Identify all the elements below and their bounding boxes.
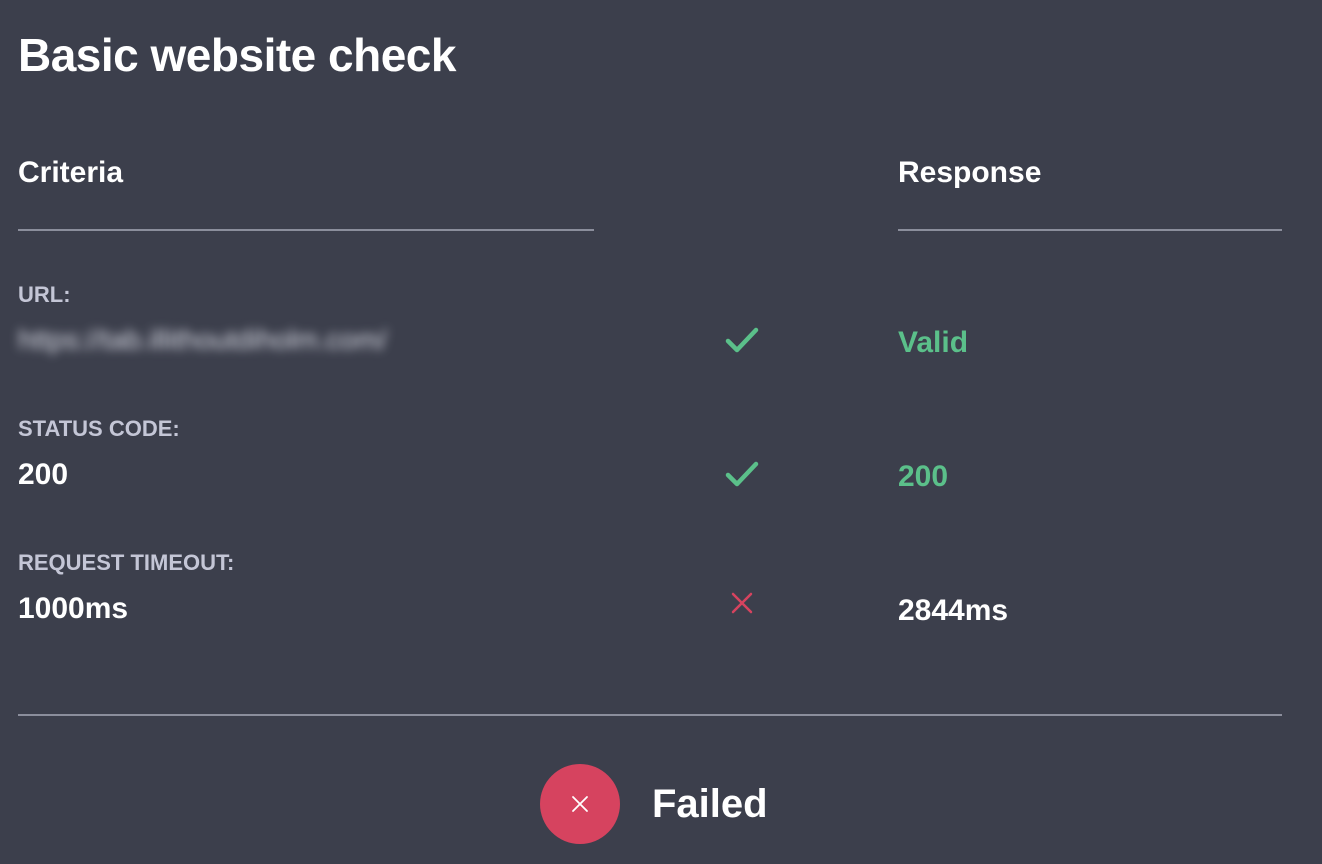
criteria-label: STATUS CODE: [18,416,180,441]
response-value: Valid [898,326,969,359]
result-label: Failed [652,782,768,826]
criteria-header-divider [18,229,594,231]
website-check-panel: Basic website check Criteria Response UR… [0,0,1322,864]
criteria-value-url: https://tab.illithoutdiholm.com/ [18,324,387,355]
criteria-value: 200 [18,458,69,491]
response-column-header: Response [898,156,1042,189]
check-icon [722,454,762,494]
check-row-url: URL: https://tab.illithoutdiholm.com/ Va… [0,282,1322,392]
criteria-value: 1000ms [18,592,129,625]
check-row-request-timeout: REQUEST TIMEOUT: 1000ms 2844ms [0,550,1322,660]
cross-icon [722,588,762,628]
criteria-label: REQUEST TIMEOUT: [18,550,235,575]
response-header-divider [898,229,1282,231]
criteria-label: URL: [18,282,71,307]
check-row-status-code: STATUS CODE: 200 200 [0,416,1322,526]
result-divider [18,714,1282,716]
response-value: 200 [898,460,949,493]
close-icon [540,764,620,844]
criteria-column-header: Criteria [18,156,124,189]
page-title: Basic website check [18,29,456,81]
check-icon [722,320,762,360]
response-value: 2844ms [898,594,1009,627]
